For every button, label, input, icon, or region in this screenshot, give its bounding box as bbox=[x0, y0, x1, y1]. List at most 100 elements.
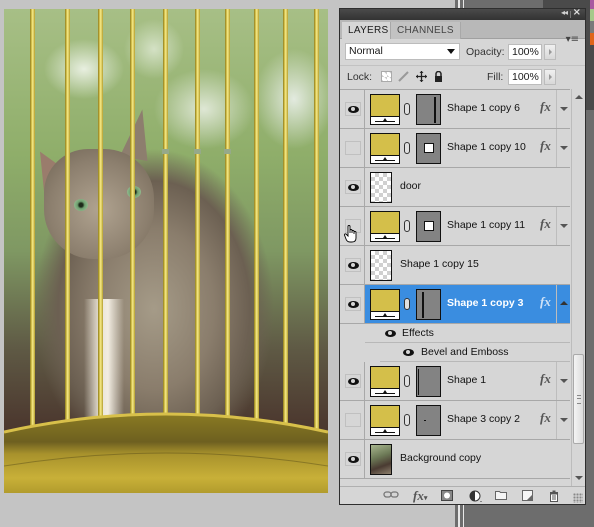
layer-effects-icon[interactable]: fx bbox=[540, 371, 551, 387]
layer-name[interactable]: door bbox=[400, 180, 421, 192]
layer-row[interactable]: Shape 1 fx bbox=[340, 362, 570, 401]
layer-row[interactable]: Shape 1 copy 6 fx bbox=[340, 90, 570, 129]
tab-channels[interactable]: CHANNELS bbox=[390, 22, 461, 39]
layer-fill-thumbnail[interactable] bbox=[370, 405, 400, 436]
document-canvas[interactable] bbox=[4, 9, 328, 493]
visibility-toggle[interactable] bbox=[340, 440, 365, 478]
eye-icon[interactable] bbox=[385, 330, 396, 337]
expand-effects-icon[interactable] bbox=[556, 401, 570, 439]
visibility-toggle[interactable] bbox=[340, 362, 365, 400]
add-layer-style-icon[interactable]: fx▾ bbox=[413, 489, 427, 502]
layer-fill-thumbnail[interactable] bbox=[370, 366, 400, 397]
visibility-box[interactable] bbox=[345, 413, 361, 427]
scroll-up-icon[interactable] bbox=[575, 95, 583, 99]
scroll-thumb[interactable] bbox=[573, 354, 584, 444]
tab-layers[interactable]: LAYERS bbox=[342, 22, 395, 39]
visibility-toggle[interactable] bbox=[340, 401, 365, 439]
layer-row[interactable] bbox=[340, 479, 570, 486]
effects-row[interactable]: Effects bbox=[365, 324, 570, 343]
link-layers-icon[interactable] bbox=[383, 490, 399, 502]
add-mask-icon[interactable] bbox=[441, 490, 453, 502]
dock-swatch-gray[interactable] bbox=[590, 21, 594, 33]
layer-effects-icon[interactable]: fx bbox=[540, 216, 551, 232]
lock-transparent-pixels-icon[interactable] bbox=[381, 71, 392, 82]
vector-mask-thumbnail[interactable] bbox=[416, 94, 441, 125]
dock-swatch-purple[interactable] bbox=[590, 0, 594, 9]
new-layer-icon[interactable] bbox=[522, 490, 533, 502]
new-group-icon[interactable] bbox=[495, 490, 507, 502]
adjustment-layer-icon[interactable] bbox=[469, 490, 483, 502]
layer-row[interactable]: door bbox=[340, 168, 570, 207]
vector-mask-thumbnail[interactable] bbox=[416, 366, 441, 397]
layer-fill-thumbnail[interactable] bbox=[370, 94, 400, 125]
layer-fill-thumbnail[interactable] bbox=[370, 289, 400, 320]
panel-titlebar[interactable]: ◂◂ × bbox=[340, 7, 585, 20]
layer-row[interactable]: Shape 1 copy 10 fx bbox=[340, 129, 570, 168]
close-icon[interactable]: × bbox=[573, 7, 581, 18]
layer-name[interactable]: Shape 1 copy 11 bbox=[447, 219, 525, 231]
effect-item-row[interactable]: Bevel and Emboss bbox=[380, 343, 570, 362]
expand-effects-icon[interactable] bbox=[556, 207, 570, 245]
vector-mask-thumbnail[interactable] bbox=[416, 289, 441, 320]
opacity-input[interactable]: 100% bbox=[508, 44, 542, 60]
visibility-toggle[interactable] bbox=[340, 285, 365, 323]
mask-link-icon[interactable] bbox=[404, 375, 410, 387]
layer-thumbnail[interactable] bbox=[370, 172, 392, 203]
blend-mode-select[interactable]: Normal bbox=[345, 43, 460, 60]
opacity-slider-button[interactable] bbox=[544, 44, 556, 60]
lock-all-icon[interactable] bbox=[433, 70, 444, 82]
visibility-box[interactable] bbox=[345, 452, 361, 466]
layer-row[interactable]: Shape 3 copy 2 fx bbox=[340, 401, 570, 440]
layer-effects-icon[interactable]: fx bbox=[540, 138, 551, 154]
layer-photo-thumbnail[interactable] bbox=[370, 444, 392, 475]
visibility-toggle[interactable] bbox=[340, 246, 365, 284]
layer-effects-icon[interactable]: fx bbox=[540, 410, 551, 426]
layer-fill-thumbnail[interactable] bbox=[370, 133, 400, 164]
visibility-box[interactable] bbox=[345, 374, 361, 388]
layer-thumbnail[interactable] bbox=[370, 250, 392, 281]
visibility-toggle[interactable] bbox=[340, 168, 365, 206]
layer-name[interactable]: Background copy bbox=[400, 452, 481, 464]
vector-mask-thumbnail[interactable] bbox=[416, 405, 441, 436]
visibility-toggle[interactable] bbox=[340, 90, 365, 128]
visibility-box[interactable] bbox=[345, 258, 361, 272]
mask-link-icon[interactable] bbox=[404, 220, 410, 232]
expand-effects-icon[interactable] bbox=[556, 362, 570, 400]
visibility-box[interactable] bbox=[345, 102, 361, 116]
delete-layer-icon[interactable] bbox=[549, 490, 559, 502]
collapse-effects-icon[interactable] bbox=[556, 285, 570, 323]
visibility-box[interactable] bbox=[345, 180, 361, 194]
layer-fill-thumbnail[interactable] bbox=[370, 211, 400, 242]
layer-name[interactable]: Shape 1 copy 6 bbox=[447, 102, 520, 114]
visibility-box[interactable] bbox=[345, 141, 361, 155]
layer-name[interactable]: Shape 1 copy 15 bbox=[400, 258, 479, 270]
layer-row[interactable]: Background copy bbox=[340, 440, 570, 479]
layer-name[interactable]: Shape 1 copy 3 bbox=[447, 297, 523, 309]
layer-name[interactable]: Shape 1 copy 10 bbox=[447, 141, 526, 153]
visibility-toggle[interactable] bbox=[340, 129, 365, 167]
collapse-icon[interactable]: ◂◂ bbox=[561, 8, 568, 17]
fill-slider-button[interactable] bbox=[544, 69, 556, 85]
dock-swatch-green[interactable] bbox=[590, 9, 594, 21]
eye-icon[interactable] bbox=[403, 349, 414, 356]
lock-image-pixels-icon[interactable] bbox=[398, 71, 409, 82]
scroll-down-icon[interactable] bbox=[575, 476, 583, 480]
dock-swatch-orange[interactable] bbox=[590, 33, 594, 45]
layer-name[interactable]: Shape 1 bbox=[447, 374, 486, 386]
layer-row[interactable]: Shape 1 copy 15 bbox=[340, 246, 570, 285]
mask-link-icon[interactable] bbox=[404, 298, 410, 310]
visibility-box[interactable] bbox=[345, 297, 361, 311]
mask-link-icon[interactable] bbox=[404, 103, 410, 115]
mask-link-icon[interactable] bbox=[404, 414, 410, 426]
expand-effects-icon[interactable] bbox=[556, 90, 570, 128]
layer-name[interactable]: Shape 3 copy 2 bbox=[447, 413, 520, 425]
layer-row[interactable]: Shape 1 copy 11 fx bbox=[340, 207, 570, 246]
lock-position-icon[interactable] bbox=[416, 71, 427, 82]
layers-scrollbar[interactable] bbox=[571, 89, 585, 486]
vector-mask-thumbnail[interactable] bbox=[416, 211, 441, 242]
layer-row[interactable]: Shape 1 copy 3 fx bbox=[340, 285, 570, 324]
vector-mask-thumbnail[interactable] bbox=[416, 133, 441, 164]
fill-input[interactable]: 100% bbox=[508, 69, 542, 85]
layer-effects-icon[interactable]: fx bbox=[540, 99, 551, 115]
resize-grip[interactable] bbox=[573, 493, 583, 503]
